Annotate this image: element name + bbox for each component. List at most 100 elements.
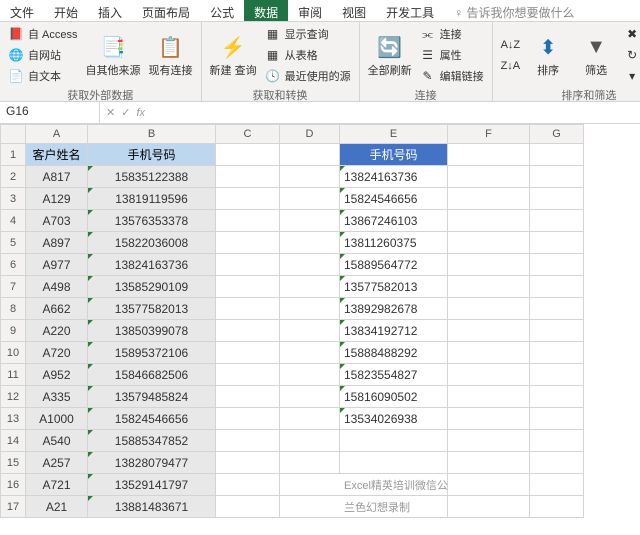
cell[interactable]: 15823554827: [340, 364, 448, 386]
tab-插入[interactable]: 插入: [88, 0, 132, 21]
cell[interactable]: [216, 276, 280, 298]
cell[interactable]: [448, 188, 530, 210]
cell[interactable]: [530, 474, 584, 496]
cell[interactable]: [216, 188, 280, 210]
row-header[interactable]: 9: [0, 320, 26, 342]
cell[interactable]: A817: [26, 166, 88, 188]
cell[interactable]: A21: [26, 496, 88, 518]
cell[interactable]: [216, 342, 280, 364]
cell[interactable]: [280, 298, 340, 320]
tell-me-hint[interactable]: ♀ 告诉我你想要做什么: [444, 0, 584, 21]
cell[interactable]: 手机号码: [88, 144, 216, 166]
cell[interactable]: [280, 144, 340, 166]
row-header[interactable]: 6: [0, 254, 26, 276]
cell[interactable]: [280, 364, 340, 386]
cell[interactable]: [280, 496, 340, 518]
cell[interactable]: [530, 166, 584, 188]
cell[interactable]: 兰色幻想录制: [340, 496, 448, 518]
cell[interactable]: 15835122388: [88, 166, 216, 188]
cell[interactable]: 15822036008: [88, 232, 216, 254]
cell[interactable]: [448, 276, 530, 298]
cell[interactable]: [448, 320, 530, 342]
cell[interactable]: [530, 188, 584, 210]
worksheet-grid[interactable]: 1234567891011121314151617 ABCDEFG 客户姓名手机…: [0, 124, 640, 518]
cell[interactable]: 15824546656: [88, 408, 216, 430]
cell[interactable]: 13850399078: [88, 320, 216, 342]
col-header[interactable]: B: [88, 124, 216, 144]
cell[interactable]: [216, 254, 280, 276]
tab-视图[interactable]: 视图: [332, 0, 376, 21]
cell[interactable]: A952: [26, 364, 88, 386]
from-access-button[interactable]: 📕自 Access: [6, 24, 80, 44]
cell[interactable]: [280, 474, 340, 496]
cell[interactable]: 客户姓名: [26, 144, 88, 166]
cell[interactable]: [530, 276, 584, 298]
filter-button[interactable]: ▼筛选: [574, 31, 618, 79]
reapply-button[interactable]: ↻重新应: [622, 45, 640, 65]
cell[interactable]: [280, 166, 340, 188]
cell[interactable]: [448, 210, 530, 232]
cell[interactable]: [280, 210, 340, 232]
cell[interactable]: [216, 144, 280, 166]
cell[interactable]: [216, 298, 280, 320]
cell[interactable]: [448, 232, 530, 254]
from-text-button[interactable]: 📄自文本: [6, 66, 80, 86]
cell[interactable]: [530, 496, 584, 518]
cell[interactable]: [216, 452, 280, 474]
cell[interactable]: A1000: [26, 408, 88, 430]
cell[interactable]: [448, 452, 530, 474]
col-header[interactable]: E: [340, 124, 448, 144]
cell[interactable]: [280, 232, 340, 254]
col-header[interactable]: G: [530, 124, 584, 144]
row-header[interactable]: 10: [0, 342, 26, 364]
cell[interactable]: 13811260375: [340, 232, 448, 254]
cell[interactable]: [216, 166, 280, 188]
cell[interactable]: [448, 430, 530, 452]
cell[interactable]: [448, 364, 530, 386]
tab-审阅[interactable]: 审阅: [288, 0, 332, 21]
cell[interactable]: [530, 452, 584, 474]
cell[interactable]: [448, 166, 530, 188]
cell[interactable]: [216, 496, 280, 518]
cell[interactable]: [216, 232, 280, 254]
cell[interactable]: 13585290109: [88, 276, 216, 298]
tab-开始[interactable]: 开始: [44, 0, 88, 21]
cell[interactable]: 13834192712: [340, 320, 448, 342]
cell[interactable]: [280, 188, 340, 210]
cell[interactable]: A662: [26, 298, 88, 320]
cell[interactable]: 15888488292: [340, 342, 448, 364]
from-web-button[interactable]: 🌐自网站: [6, 45, 80, 65]
advanced-filter-button[interactable]: ▾高级: [622, 66, 640, 86]
row-header[interactable]: 8: [0, 298, 26, 320]
cell[interactable]: 13579485824: [88, 386, 216, 408]
cell[interactable]: [216, 430, 280, 452]
cell[interactable]: [530, 430, 584, 452]
clear-filter-button[interactable]: ✖清除: [622, 24, 640, 44]
tab-页面布局[interactable]: 页面布局: [132, 0, 200, 21]
cell[interactable]: [530, 364, 584, 386]
cell[interactable]: 13819119596: [88, 188, 216, 210]
cell[interactable]: 15824546656: [340, 188, 448, 210]
row-header[interactable]: 15: [0, 452, 26, 474]
cell[interactable]: A257: [26, 452, 88, 474]
cell[interactable]: A720: [26, 342, 88, 364]
cell[interactable]: 15816090502: [340, 386, 448, 408]
cell[interactable]: 13824163736: [88, 254, 216, 276]
cell[interactable]: [530, 342, 584, 364]
cell[interactable]: [448, 298, 530, 320]
cell[interactable]: [530, 298, 584, 320]
sort-az-button[interactable]: A↓Z: [499, 35, 523, 55]
cell[interactable]: [216, 386, 280, 408]
cell[interactable]: [448, 386, 530, 408]
confirm-icon[interactable]: ✓: [121, 106, 130, 119]
cell[interactable]: [448, 342, 530, 364]
edit-links-button[interactable]: ✎编辑链接: [418, 66, 486, 86]
cell[interactable]: [530, 254, 584, 276]
properties-button[interactable]: ☰属性: [418, 45, 486, 65]
row-header[interactable]: 1: [0, 144, 26, 166]
cell[interactable]: [216, 408, 280, 430]
sort-button[interactable]: ⬍排序: [526, 31, 570, 79]
cell[interactable]: [280, 254, 340, 276]
cell[interactable]: [280, 452, 340, 474]
row-header[interactable]: 5: [0, 232, 26, 254]
